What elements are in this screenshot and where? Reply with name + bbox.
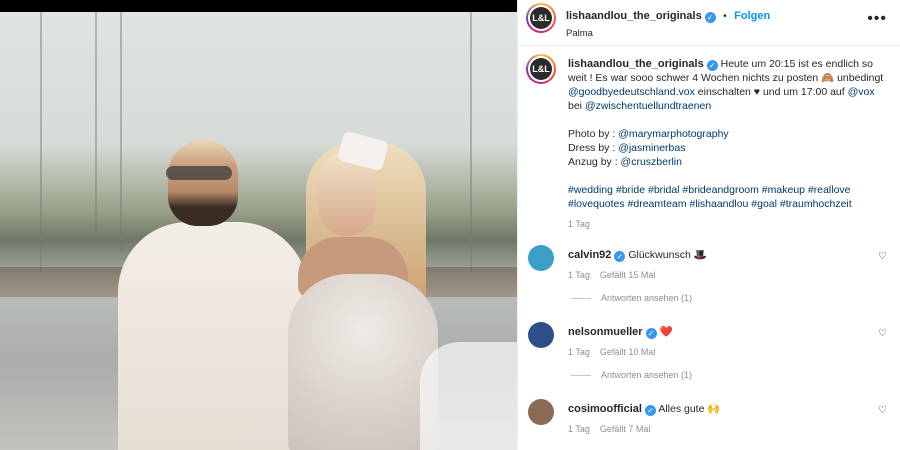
verified-icon: ✓: [706, 60, 718, 71]
replies-label: Antworten ansehen (1): [601, 293, 693, 303]
groom-figure: [118, 222, 308, 450]
post-header: L&L lishaandlou_the_originals ✓ • Folgen …: [518, 0, 900, 46]
mention-link[interactable]: @goodbyedeutschland.vox: [568, 86, 695, 98]
follow-button[interactable]: Folgen: [734, 10, 770, 22]
divider-line: [571, 298, 591, 300]
comment-text: ❤️: [659, 326, 673, 338]
comment-body: calvin92 ✓ Glückwunsch 🎩: [568, 248, 707, 262]
comment-meta: 1 Tag Gefällt 10 Mal: [568, 347, 655, 357]
post-location[interactable]: Palma: [566, 28, 770, 39]
comment-avatar[interactable]: [528, 399, 554, 425]
comment-text: Alles gute 🙌: [658, 403, 721, 415]
mention-link[interactable]: @marymarphotography: [618, 128, 728, 140]
avatar-image: L&L: [530, 58, 552, 80]
hashtags[interactable]: #wedding #bride #bridal #brideandgroom #…: [568, 183, 886, 211]
mention-link[interactable]: @jasminerbas: [618, 142, 685, 154]
boat-mast: [95, 12, 97, 242]
comment-body: cosimoofficial ✓ Alles gute 🙌: [568, 402, 720, 416]
groom-head: [168, 140, 238, 226]
post-caption: lishaandlou_the_originals ✓ Heute um 20:1…: [568, 57, 886, 231]
verified-icon: ✓: [704, 12, 716, 23]
post-sidebar: L&L lishaandlou_the_originals ✓ • Folgen …: [517, 0, 900, 450]
post-photo[interactable]: [0, 12, 517, 450]
comment-meta: 1 Tag Gefällt 15 Mal: [568, 270, 655, 280]
comment-time[interactable]: 1 Tag: [568, 270, 590, 280]
view-replies-button[interactable]: Antworten ansehen (1): [571, 370, 692, 380]
mention-link[interactable]: @cruszberlin: [621, 156, 682, 168]
verified-icon: ✓: [644, 405, 656, 416]
divider-line: [571, 375, 591, 377]
comment-username[interactable]: calvin92: [568, 249, 611, 261]
comment-item: cosimoofficial ✓ Alles gute 🙌 1 Tag Gefäll…: [528, 399, 893, 450]
comment-avatar[interactable]: [528, 245, 554, 271]
comment-time[interactable]: 1 Tag: [568, 424, 590, 434]
comment-likes[interactable]: Gefällt 15 Mal: [600, 270, 656, 280]
caption-text: einschalten ♥ und um 17:00 auf: [697, 86, 845, 98]
boat-mast: [470, 12, 472, 272]
verified-icon: ✓: [645, 328, 657, 339]
caption-text: bei: [568, 100, 583, 112]
comment-item: calvin92 ✓ Glückwunsch 🎩 1 Tag Gefällt 15 …: [528, 245, 893, 305]
boat-mast: [120, 12, 122, 252]
comment-meta: 1 Tag Gefällt 7 Mal: [568, 424, 650, 434]
boat-mast: [40, 12, 42, 272]
mention-link[interactable]: @vox: [848, 86, 875, 98]
replies-label: Antworten ansehen (1): [601, 370, 693, 380]
caption-username[interactable]: lishaandlou_the_originals: [568, 58, 704, 70]
caption-avatar[interactable]: L&L: [526, 54, 556, 84]
credit-label: Dress by :: [568, 142, 616, 154]
mention-link[interactable]: @zwischentuellundtraenen: [585, 100, 711, 112]
heart-icon[interactable]: ♡: [878, 405, 887, 416]
bride-dress: [288, 274, 438, 450]
profile-avatar[interactable]: L&L: [526, 3, 556, 33]
comment-username[interactable]: cosimoofficial: [568, 403, 642, 415]
comment-likes[interactable]: Gefällt 10 Mal: [600, 347, 656, 357]
post-username[interactable]: lishaandlou_the_originals: [566, 10, 702, 22]
caption-timestamp[interactable]: 1 Tag: [568, 217, 886, 231]
heart-icon[interactable]: ♡: [878, 328, 887, 339]
credit-label: Photo by :: [568, 128, 616, 140]
comment-text: Glückwunsch 🎩: [628, 249, 707, 261]
comment-avatar[interactable]: [528, 322, 554, 348]
separator-dot: •: [723, 11, 727, 22]
verified-icon: ✓: [614, 251, 626, 262]
comment-body: nelsonmueller ✓ ❤️: [568, 325, 673, 339]
bride-veil: [420, 342, 517, 450]
credit-label: Anzug by :: [568, 156, 618, 168]
comment-likes[interactable]: Gefällt 7 Mal: [600, 424, 651, 434]
top-bar: [0, 0, 517, 12]
avatar-image: L&L: [530, 7, 552, 29]
view-replies-button[interactable]: Antworten ansehen (1): [571, 293, 692, 303]
comment-username[interactable]: nelsonmueller: [568, 326, 643, 338]
sunglasses: [166, 166, 232, 180]
heart-icon[interactable]: ♡: [878, 251, 887, 262]
more-horizontal-icon[interactable]: •••: [867, 10, 887, 28]
comment-time[interactable]: 1 Tag: [568, 347, 590, 357]
comment-item: nelsonmueller ✓ ❤️ 1 Tag Gefällt 10 Mal ♡ …: [528, 322, 893, 382]
